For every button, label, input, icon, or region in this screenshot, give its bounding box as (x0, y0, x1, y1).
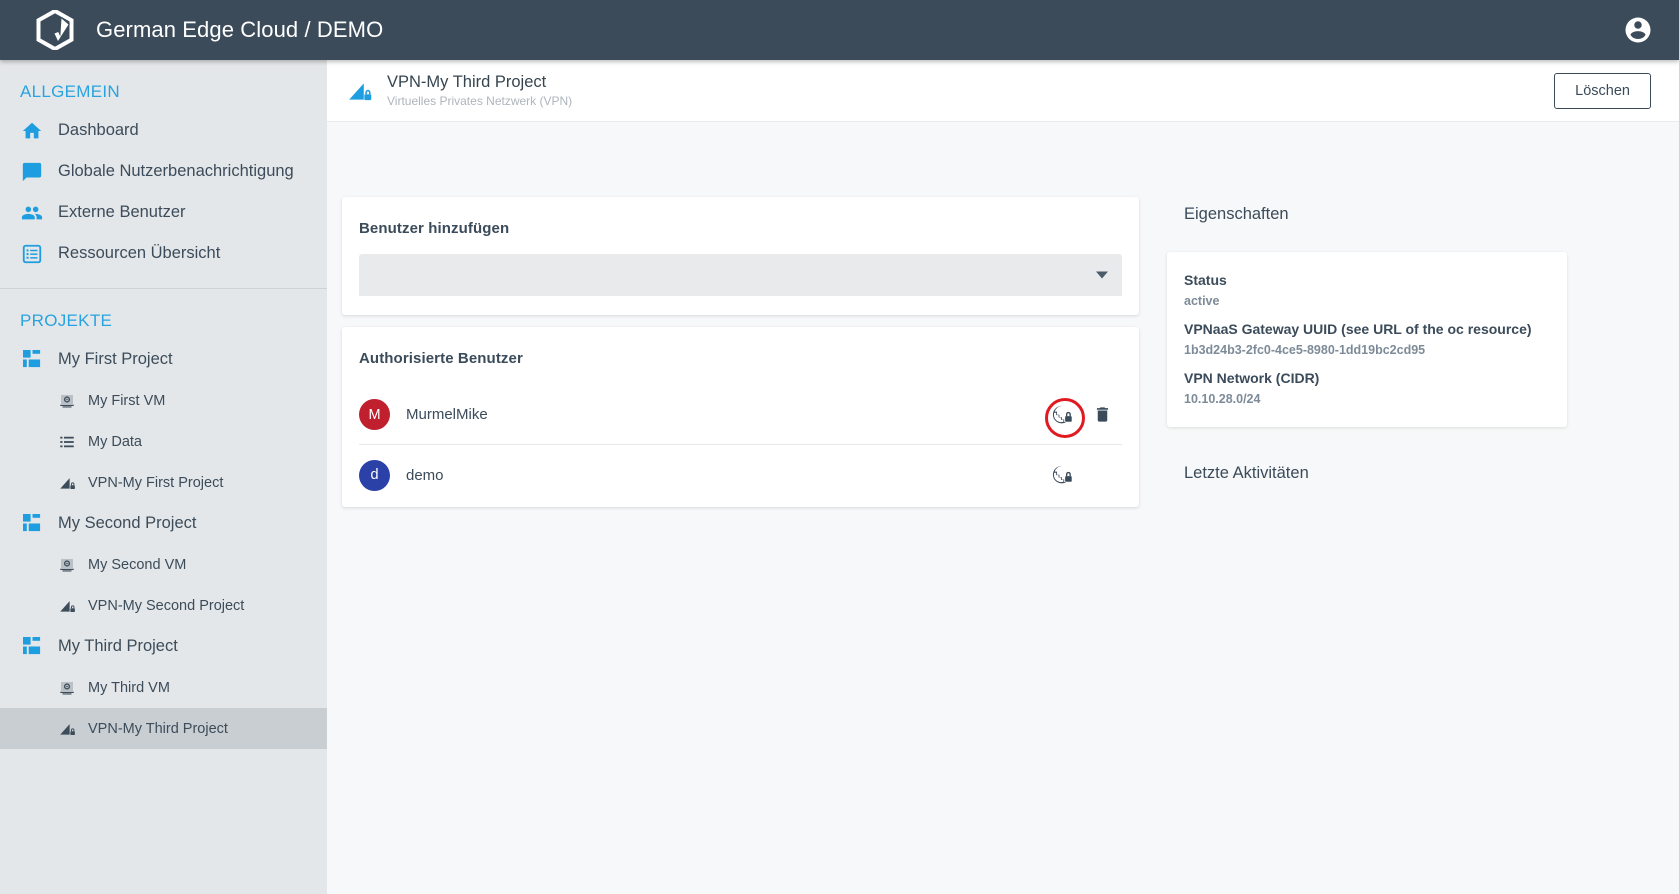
dashboard-grid-icon (20, 512, 44, 536)
properties-panel: Eigenschaften Status active VPNaaS Gatew… (1167, 197, 1567, 483)
sidebar-item-label: Ressourcen Übersicht (58, 244, 220, 263)
main-content: VPN-My Third Project Virtuelles Privates… (327, 60, 1679, 894)
sidebar-item-label: My Third VM (88, 680, 170, 696)
sidebar-item-globale-nutzerbenachrichtigung[interactable]: Globale Nutzerbenachrichtigung (0, 151, 327, 192)
storage-list-icon (57, 432, 77, 452)
vm-icon (57, 678, 77, 698)
sidebar-item-my-second-vm[interactable]: My Second VM (0, 544, 327, 585)
app-title: German Edge Cloud / DEMO (96, 17, 383, 43)
sidebar-item-my-second-project[interactable]: My Second Project (0, 503, 327, 544)
sidebar-item-vpn-my-first-project[interactable]: VPN-My First Project (0, 462, 327, 503)
sidebar-item-ressourcen-uebersicht[interactable]: Ressourcen Übersicht (0, 233, 327, 274)
vm-icon (57, 555, 77, 575)
vpn-lock-icon (57, 473, 77, 493)
vpn-key-globe-icon[interactable] (1042, 395, 1082, 435)
authorized-users-card: Authorisierte Benutzer M MurmelMike (342, 327, 1139, 507)
avatar: M (359, 399, 390, 430)
property-key: VPNaaS Gateway UUID (see URL of the oc r… (1184, 318, 1550, 340)
sidebar-item-label: VPN-My First Project (88, 475, 223, 491)
authorized-users-card-title: Authorisierte Benutzer (342, 327, 1139, 367)
sidebar-item-label: Externe Benutzer (58, 203, 186, 222)
property-key: Status (1184, 269, 1550, 291)
top-bar: German Edge Cloud / DEMO (0, 0, 1679, 60)
user-name: MurmelMike (406, 406, 488, 423)
dashboard-grid-icon (20, 348, 44, 372)
table-row: M MurmelMike (359, 385, 1122, 445)
property-value: 1b3d24b3-2fc0-4ce5-8980-1dd19bc2cd95 (1184, 340, 1550, 360)
account-circle-icon[interactable] (1623, 15, 1653, 45)
sidebar-item-label: My First Project (58, 350, 173, 369)
row-actions (1042, 385, 1122, 444)
sidebar-item-label: VPN-My Second Project (88, 598, 244, 614)
sidebar-item-label: My Third Project (58, 637, 178, 656)
vpn-lock-icon (347, 78, 373, 104)
sidebar-item-label: My Second VM (88, 557, 186, 573)
vpn-lock-icon (57, 719, 77, 739)
property-value: active (1184, 291, 1550, 311)
vpn-key-globe-icon[interactable] (1042, 455, 1082, 495)
sidebar-item-label: Globale Nutzerbenachrichtigung (58, 162, 294, 181)
properties-card: Status active VPNaaS Gateway UUID (see U… (1167, 252, 1567, 427)
delete-button[interactable]: Löschen (1554, 73, 1651, 109)
sidebar-section-allgemein: ALLGEMEIN Dashboard Globale Nutzerbenach… (0, 60, 327, 274)
vpn-key-globe-svg (1051, 464, 1073, 486)
add-user-select[interactable] (359, 254, 1122, 296)
property-value: 10.10.28.0/24 (1184, 389, 1550, 409)
home-icon (20, 119, 44, 143)
user-name: demo (406, 467, 444, 484)
sidebar-item-externe-benutzer[interactable]: Externe Benutzer (0, 192, 327, 233)
delete-trash-svg (1093, 405, 1112, 424)
sidebar-item-my-first-project[interactable]: My First Project (0, 339, 327, 380)
sidebar-section-title-projekte: PROJEKTE (0, 289, 327, 339)
account-circle-svg (1623, 15, 1653, 45)
page-subtitle: Virtuelles Privates Netzwerk (VPN) (387, 93, 572, 109)
sidebar-item-my-first-vm[interactable]: My First VM (0, 380, 327, 421)
sidebar-item-label: Dashboard (58, 121, 139, 140)
sidebar: ALLGEMEIN Dashboard Globale Nutzerbenach… (0, 60, 327, 894)
vpn-key-globe-svg (1051, 404, 1073, 426)
sidebar-section-title-allgemein: ALLGEMEIN (0, 60, 327, 110)
body-area: Benutzer hinzufügen Authorisierte Benutz… (327, 122, 1679, 894)
vm-icon (57, 391, 77, 411)
sidebar-item-label: My Second Project (58, 514, 196, 533)
sidebar-item-label: VPN-My Third Project (88, 721, 228, 737)
list-box-icon (20, 242, 44, 266)
people-icon (20, 201, 44, 225)
sidebar-item-vpn-my-second-project[interactable]: VPN-My Second Project (0, 585, 327, 626)
gec-logo-svg (36, 10, 74, 50)
recent-activities-heading: Letzte Aktivitäten (1167, 464, 1567, 483)
row-actions (1042, 445, 1122, 505)
sidebar-item-vpn-my-third-project[interactable]: VPN-My Third Project (0, 708, 327, 749)
property-key: VPN Network (CIDR) (1184, 367, 1550, 389)
gec-logo-icon (27, 10, 83, 50)
sidebar-item-my-third-vm[interactable]: My Third VM (0, 667, 327, 708)
vpn-lock-icon (57, 596, 77, 616)
sidebar-item-dashboard[interactable]: Dashboard (0, 110, 327, 151)
properties-heading: Eigenschaften (1167, 197, 1567, 224)
page-title: VPN-My Third Project (387, 72, 572, 92)
sidebar-item-label: My Data (88, 434, 142, 450)
add-user-card: Benutzer hinzufügen (342, 197, 1139, 315)
delete-trash-icon[interactable] (1082, 395, 1122, 435)
table-row: d demo (359, 445, 1122, 505)
add-user-card-title: Benutzer hinzufügen (342, 197, 1139, 237)
sidebar-section-projekte: PROJEKTE My First Project My First VM My… (0, 289, 327, 749)
page-header: VPN-My Third Project Virtuelles Privates… (327, 60, 1679, 122)
dashboard-grid-icon (20, 635, 44, 659)
page-header-text: VPN-My Third Project Virtuelles Privates… (387, 72, 572, 109)
chat-bubble-icon (20, 160, 44, 184)
chevron-down-icon[interactable] (1096, 272, 1108, 279)
avatar: d (359, 460, 390, 491)
sidebar-item-my-third-project[interactable]: My Third Project (0, 626, 327, 667)
sidebar-item-my-data[interactable]: My Data (0, 421, 327, 462)
action-spacer (1082, 455, 1122, 495)
app-root: German Edge Cloud / DEMO ALLGEMEIN Dashb… (0, 0, 1679, 894)
sidebar-item-label: My First VM (88, 393, 165, 409)
